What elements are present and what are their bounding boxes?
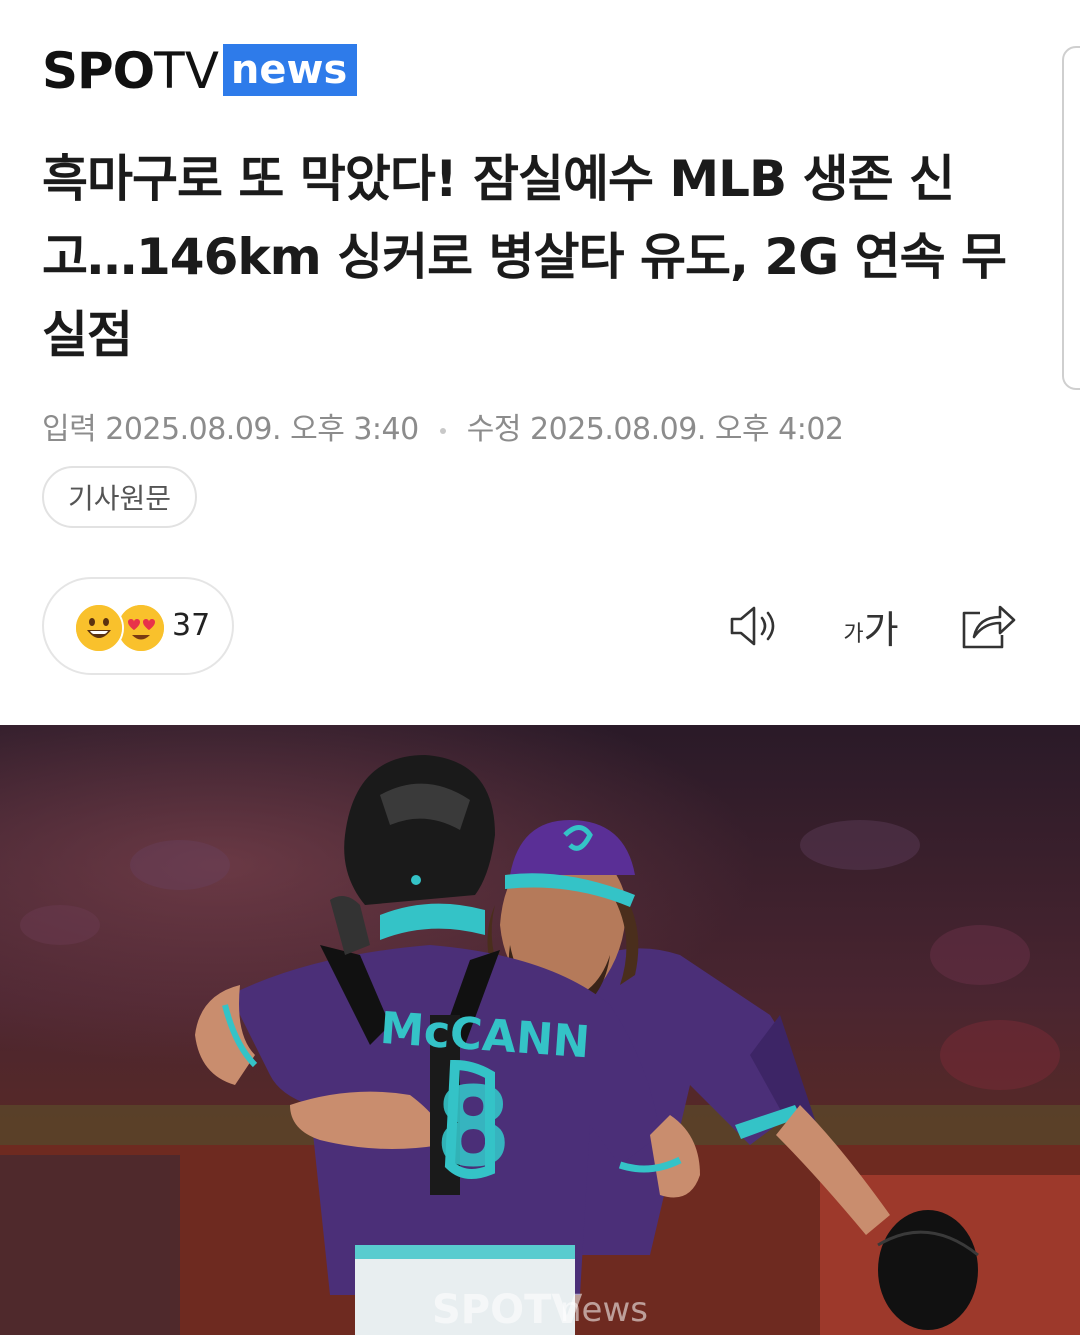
published-date: 2025.08.09. 오후 3:40 xyxy=(105,412,419,447)
heart-eyes-emoji-icon xyxy=(118,605,164,651)
logo-news-badge: news xyxy=(222,44,358,96)
modified-label: 수정 xyxy=(466,412,522,447)
jersey-number-text: 8 xyxy=(435,1063,512,1191)
reaction-button[interactable]: 37 xyxy=(42,577,234,675)
article-headline: 흑마구로 또 막았다! 잠실예수 MLB 생존 신고…146km 싱커로 병살타… xyxy=(42,150,1007,364)
watermark-light-text: news xyxy=(560,1290,648,1330)
logo-spo-text: SPO xyxy=(42,42,155,100)
spotv-news-logo[interactable]: SPO TV news xyxy=(42,42,358,100)
meta-separator xyxy=(439,427,446,434)
modified-date: 2025.08.09. 오후 4:02 xyxy=(530,412,844,447)
scroll-indicator xyxy=(1062,46,1080,390)
article-dates: 입력 2025.08.09. 오후 3:40 수정 2025.08.09. 오후… xyxy=(42,408,844,452)
grinning-emoji-icon xyxy=(74,603,124,653)
original-article-button[interactable]: 기사원문 xyxy=(42,466,198,528)
share-button[interactable] xyxy=(958,598,1016,654)
published-label: 입력 xyxy=(42,412,97,447)
logo-tv-text: TV xyxy=(154,42,219,100)
speaker-icon xyxy=(730,606,775,646)
font-size-button[interactable]: 가 가 xyxy=(838,598,904,654)
reaction-count: 37 xyxy=(172,608,211,643)
share-icon xyxy=(962,605,1016,649)
font-size-small-glyph: 가 xyxy=(843,622,864,647)
read-aloud-button[interactable] xyxy=(728,598,784,654)
font-size-large-glyph: 가 xyxy=(863,607,899,652)
article-photo: McCANN 8 SPOTV news xyxy=(0,725,1080,1335)
